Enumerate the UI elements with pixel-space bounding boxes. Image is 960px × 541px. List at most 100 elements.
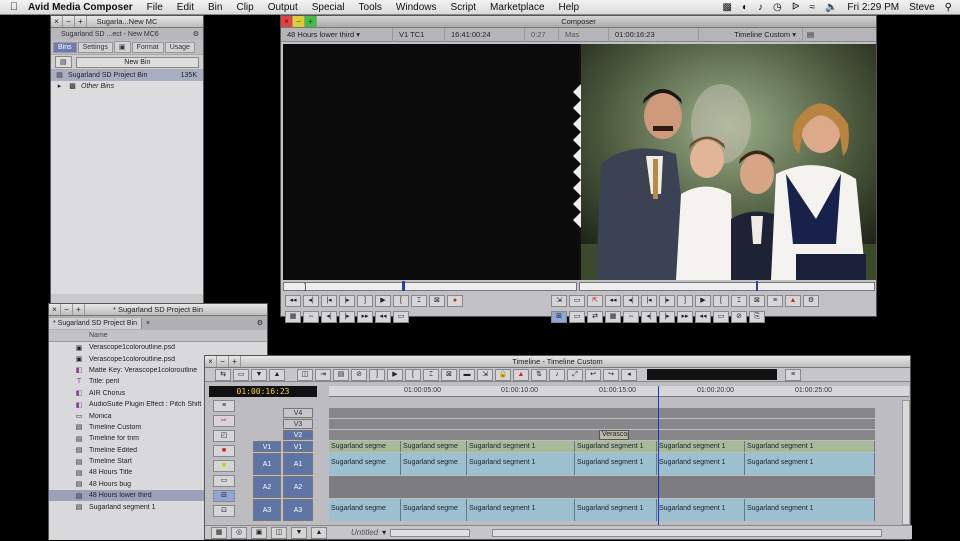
- tl-overwrite-icon[interactable]: ▭: [233, 368, 249, 381]
- tl-up-icon[interactable]: ▲: [269, 368, 285, 381]
- tl-markclip-icon[interactable]: ⌶: [423, 368, 439, 381]
- source-position-bar[interactable]: ]: [283, 281, 577, 291]
- clip[interactable]: Sugarland segme: [329, 453, 401, 475]
- record-monitor[interactable]: [581, 44, 876, 280]
- rec-btn-f-icon[interactable]: ◂|: [641, 311, 657, 323]
- new-bin-button[interactable]: New Bin: [75, 56, 199, 68]
- step-forward-1-icon[interactable]: |▸: [339, 295, 355, 307]
- tl-out-icon[interactable]: ]: [369, 368, 385, 381]
- rec-mark-clip-icon[interactable]: ⌶: [731, 295, 747, 307]
- rec-btn-k-icon[interactable]: ⊘: [731, 311, 747, 323]
- subtab-tag-icon[interactable]: ▣: [113, 41, 131, 53]
- list-item[interactable]: ▤ Sugarland SD Project Bin 135K: [51, 70, 203, 81]
- palette-menu-icon[interactable]: ≡: [213, 400, 235, 412]
- source-track-button[interactable]: A3: [253, 499, 281, 521]
- clip[interactable]: Sugarland segment 1: [467, 441, 575, 452]
- track-a2[interactable]: [329, 476, 875, 498]
- clip[interactable]: Sugarland segment 1: [657, 453, 745, 475]
- rewind-icon[interactable]: ◂◂: [605, 295, 621, 307]
- clip[interactable]: Sugarland segme: [329, 499, 401, 521]
- source-btn-e-icon[interactable]: ▸▸: [357, 311, 373, 323]
- list-item[interactable]: ▣ Verascope1coloroutline.psd: [49, 342, 267, 353]
- menu-tools[interactable]: Tools: [359, 2, 382, 13]
- zoom-icon[interactable]: +: [75, 16, 87, 27]
- track-header-v3[interactable]: V3: [253, 419, 329, 429]
- playhead[interactable]: [658, 386, 659, 526]
- tl-splice-icon[interactable]: ⇲: [477, 368, 493, 381]
- tl-bottom-f-icon[interactable]: ▲: [311, 526, 327, 539]
- tl-audio-icon[interactable]: ♪: [549, 368, 565, 381]
- tl-effect-icon[interactable]: ▲: [513, 368, 529, 381]
- menu-windows[interactable]: Windows: [396, 2, 437, 13]
- menu-file[interactable]: File: [147, 2, 163, 13]
- close-tab-icon[interactable]: ×: [146, 320, 150, 327]
- source-track-button[interactable]: A2: [253, 476, 281, 498]
- settings-gear-icon[interactable]: ⚙: [193, 30, 199, 38]
- tl-bottom-c-icon[interactable]: ▣: [251, 526, 267, 539]
- menu-edit[interactable]: Edit: [177, 2, 194, 13]
- zoom-icon[interactable]: +: [73, 304, 85, 315]
- subtab-usage[interactable]: Usage: [164, 41, 195, 53]
- palette-g-icon[interactable]: ⊡: [213, 505, 235, 517]
- source-position-indicator[interactable]: [402, 281, 405, 291]
- apple-icon[interactable]: : [0, 1, 28, 13]
- record-position-indicator[interactable]: [756, 281, 758, 291]
- play-icon[interactable]: ▶: [375, 295, 391, 307]
- menu-bin[interactable]: Bin: [208, 2, 222, 13]
- clip[interactable]: Sugarland segment 1: [745, 499, 875, 521]
- time-machine-icon[interactable]: ◷: [773, 2, 782, 13]
- record-track-button[interactable]: V3: [283, 419, 313, 429]
- clip[interactable]: Sugarland segment 1: [657, 499, 745, 521]
- wifi-icon[interactable]: ≈: [809, 2, 815, 13]
- rec-step-back-icon[interactable]: ◂|: [623, 295, 639, 307]
- palette-b-icon[interactable]: ◰: [213, 430, 235, 442]
- source-btn-c-icon[interactable]: ◂|: [321, 311, 337, 323]
- track-v2[interactable]: Verascope: [329, 430, 875, 440]
- rec-btn-d-icon[interactable]: ▦: [605, 311, 621, 323]
- track-selector[interactable]: V1 TC1: [393, 27, 445, 42]
- rec-btn-h-icon[interactable]: ▸▸: [677, 311, 693, 323]
- tl-bottom-b-icon[interactable]: ◎: [231, 526, 247, 539]
- clip[interactable]: Sugarland segment 1: [467, 453, 575, 475]
- record-timecode[interactable]: 01:00:16:23: [609, 27, 699, 42]
- mode-display[interactable]: Mas: [559, 27, 609, 42]
- tl-in-icon[interactable]: [: [405, 368, 421, 381]
- bin-menu-icon[interactable]: ⚙: [257, 319, 263, 327]
- palette-d-icon[interactable]: ■: [213, 460, 235, 472]
- source-btn-d-icon[interactable]: |▸: [339, 311, 355, 323]
- clip[interactable]: Sugarland segment 1: [745, 441, 875, 452]
- rec-btn-e-icon[interactable]: ⇔: [623, 311, 639, 323]
- tl-lift-icon[interactable]: ▬: [459, 368, 475, 381]
- tl-clearmarks-icon[interactable]: ⊠: [441, 368, 457, 381]
- menu-marketplace[interactable]: Marketplace: [490, 2, 544, 13]
- source-monitor[interactable]: [283, 44, 579, 280]
- close-icon[interactable]: ×: [205, 356, 217, 367]
- clip[interactable]: Sugarland segment 1: [467, 499, 575, 521]
- track-v3[interactable]: [329, 419, 875, 429]
- menu-clip[interactable]: Clip: [236, 2, 253, 13]
- minimize-icon[interactable]: −: [217, 356, 229, 367]
- record-sequence-menu[interactable]: Timeline Custom ▾: [699, 27, 803, 42]
- tl-play-icon[interactable]: ▶: [387, 368, 403, 381]
- tl-sync-icon[interactable]: ⇅: [531, 368, 547, 381]
- rec-btn-b-icon[interactable]: ▭: [569, 311, 585, 323]
- tl-lock-icon[interactable]: 🔒: [495, 368, 511, 381]
- clip[interactable]: Sugarland segment 1: [575, 453, 657, 475]
- minimize-icon[interactable]: −: [61, 304, 73, 315]
- tl-fast-menu-icon[interactable]: ≡: [785, 368, 801, 381]
- clear-marks-icon[interactable]: ⊠: [429, 295, 445, 307]
- rec-menu-icon[interactable]: ≡: [767, 295, 783, 307]
- volume-icon[interactable]: ♪: [758, 2, 763, 13]
- untitled-menu[interactable]: Untitled: [351, 528, 378, 537]
- splice-icon[interactable]: ⇲: [551, 295, 567, 307]
- track-header-v1[interactable]: V1 V1: [253, 441, 329, 452]
- status-icon[interactable]: ◐: [742, 2, 748, 13]
- track-v4[interactable]: [329, 408, 875, 418]
- rec-play-icon[interactable]: ▶: [695, 295, 711, 307]
- app-menu[interactable]: Avid Media Composer: [28, 2, 133, 13]
- rec-btn-j-icon[interactable]: ▭: [713, 311, 729, 323]
- track-a3[interactable]: Sugarland segme Sugarland segme Sugarland …: [329, 499, 875, 521]
- palette-e-icon[interactable]: ▭: [213, 475, 235, 487]
- tl-bottom-a-icon[interactable]: ▦: [211, 526, 227, 539]
- rec-effect-icon[interactable]: ▲: [785, 295, 801, 307]
